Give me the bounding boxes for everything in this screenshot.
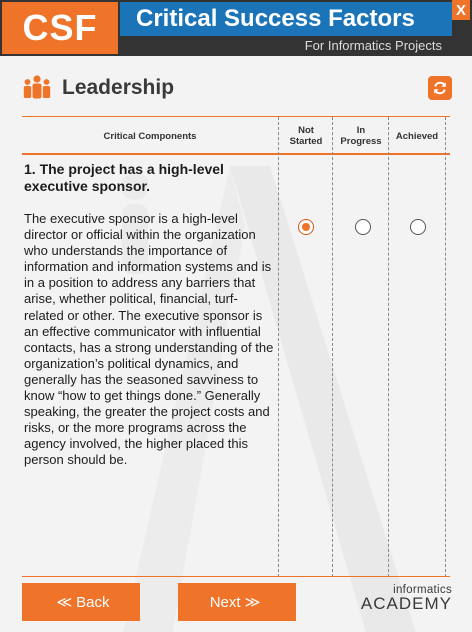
chevron-double-left-icon: ≪ xyxy=(56,594,73,611)
next-button-label: Next xyxy=(209,593,241,611)
chevron-double-right-icon: ≫ xyxy=(244,594,261,611)
section-title: Leadership xyxy=(62,76,175,99)
column-separator xyxy=(388,117,389,577)
column-separator xyxy=(332,117,333,577)
refresh-icon xyxy=(434,81,446,95)
divider-bottom xyxy=(22,576,450,577)
app-subtitle: For Informatics Projects xyxy=(304,38,442,53)
question-description: The executive sponsor is a high-level di… xyxy=(24,211,274,468)
radio-in-progress[interactable] xyxy=(355,219,371,235)
divider-top xyxy=(22,116,450,117)
divider-header xyxy=(22,153,450,155)
question-title: 1. The project has a high-level executiv… xyxy=(24,161,224,194)
people-group-icon xyxy=(23,75,51,99)
csf-logo: CSF xyxy=(2,2,118,54)
back-button[interactable]: ≪ Back xyxy=(22,583,140,621)
col-header-not-started: Not Started xyxy=(289,125,323,147)
refresh-button[interactable] xyxy=(428,76,452,100)
back-button-label: Back xyxy=(76,593,110,611)
close-button[interactable]: X xyxy=(452,0,470,20)
brand-bottom-text: ACADEMY xyxy=(360,594,452,613)
next-button[interactable]: Next ≫ xyxy=(178,583,296,621)
col-header-critical-components: Critical Components xyxy=(103,130,197,142)
content-panel: Leadership Critical Components Not Start… xyxy=(0,56,472,632)
informatics-academy-logo: informatics ACADEMY xyxy=(361,584,452,614)
column-separator xyxy=(445,117,446,577)
close-icon: X xyxy=(455,1,466,19)
col-header-in-progress: In Progress xyxy=(340,125,382,147)
col-header-achieved: Achieved xyxy=(395,130,439,142)
section-header: Leadership xyxy=(22,70,174,106)
radio-achieved[interactable] xyxy=(410,219,426,235)
radio-not-started[interactable] xyxy=(298,219,314,235)
column-separator xyxy=(278,117,279,577)
logo-text: CSF xyxy=(22,7,98,48)
app-title: Critical Success Factors xyxy=(136,5,415,32)
app-header: CSF Critical Success Factors For Informa… xyxy=(0,0,472,56)
